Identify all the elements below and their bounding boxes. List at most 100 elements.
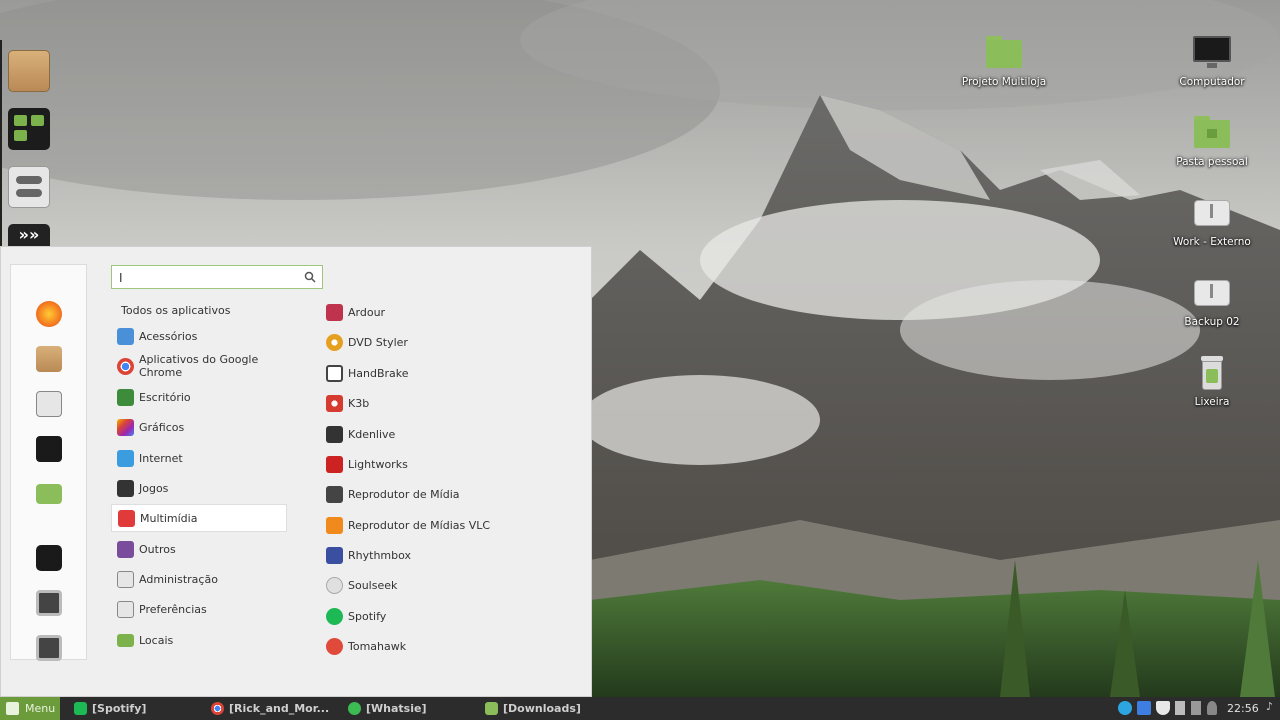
app-soulseek[interactable]: Soulseek	[326, 574, 397, 596]
category-internet[interactable]: Internet	[111, 444, 287, 472]
shield-icon[interactable]	[1156, 701, 1170, 715]
folder-icon[interactable]	[36, 484, 62, 504]
user-icon[interactable]	[1207, 701, 1217, 715]
trash-icon	[1192, 356, 1232, 390]
app-dvd-styler[interactable]: DVD Styler	[326, 331, 408, 353]
desktop-icon-pasta-pessoal[interactable]: Pasta pessoal	[1157, 116, 1267, 168]
computer-icon	[1192, 36, 1232, 70]
home-folder-icon	[1192, 116, 1232, 150]
app-label: K3b	[348, 396, 370, 410]
menu-button[interactable]: Menu	[0, 697, 60, 720]
category-label: Aplicativos do Google Chrome	[139, 353, 259, 379]
category-jogos[interactable]: Jogos	[111, 474, 287, 502]
desktop-icon-label: Backup 02	[1184, 316, 1240, 328]
app-label: Tomahawk	[348, 639, 407, 653]
handbrake-icon	[326, 364, 343, 382]
firefox-icon[interactable]	[36, 301, 62, 327]
search-icon	[304, 271, 316, 283]
settings-icon[interactable]	[36, 391, 62, 417]
shutdown-icon[interactable]	[36, 635, 62, 661]
desktop-icon-lixeira[interactable]: Lixeira	[1157, 356, 1267, 408]
app-label: Reprodutor de Mídias VLC	[348, 518, 491, 532]
folder-icon	[485, 702, 498, 715]
desktop-icon-computador[interactable]: Computador	[1157, 36, 1267, 88]
category-acessorios[interactable]: Acessórios	[111, 322, 287, 350]
app-reprodutor-de-midia[interactable]: Reprodutor de Mídia	[326, 483, 460, 505]
app-label: Reprodutor de Mídia	[348, 487, 460, 501]
left-dock: »»	[0, 40, 55, 246]
app-handbrake[interactable]: HandBrake	[326, 362, 409, 384]
terminal-icon[interactable]	[36, 436, 62, 462]
app-lightworks[interactable]: Lightworks	[326, 453, 408, 475]
app-rhythmbox[interactable]: Rhythmbox	[326, 544, 411, 566]
music-note-icon[interactable]: ♪	[1266, 700, 1274, 714]
logout-icon[interactable]	[36, 590, 62, 616]
places-icon	[117, 633, 134, 647]
telegram-icon[interactable]	[1118, 701, 1132, 715]
desktop-icon-label: Work - Externo	[1173, 236, 1251, 248]
package-icon[interactable]	[36, 346, 62, 372]
dropbox-icon[interactable]	[1137, 701, 1151, 715]
category-escritorio[interactable]: Escritório	[111, 383, 287, 411]
category-locais[interactable]: Locais	[111, 626, 287, 654]
desktop-icon-label: Pasta pessoal	[1176, 156, 1248, 168]
category-label: Gráficos	[139, 420, 185, 434]
app-label: Soulseek	[348, 578, 398, 592]
folder-icon	[984, 36, 1024, 70]
chrome-icon	[117, 357, 134, 375]
settings-toggle-icon[interactable]	[8, 166, 50, 208]
dvdstyler-icon	[326, 333, 343, 351]
category-label: Preferências	[139, 602, 207, 616]
usb-drive-icon	[1192, 196, 1232, 230]
whatsie-icon	[348, 702, 361, 715]
media-player-icon	[326, 485, 343, 503]
desktop-icon-backup-02[interactable]: Backup 02	[1157, 276, 1267, 328]
clock[interactable]: 22:56	[1227, 697, 1259, 720]
package-icon[interactable]	[8, 50, 50, 92]
spotify-icon	[326, 607, 343, 625]
category-preferencias[interactable]: Preferências	[111, 595, 287, 623]
favorites-panel	[10, 264, 87, 661]
task-label: [Spotify]	[92, 702, 147, 715]
kdenlive-icon	[326, 425, 343, 443]
task-label: [Whatsie]	[366, 702, 427, 715]
soulseek-icon	[326, 576, 343, 594]
category-graficos[interactable]: Gráficos	[111, 413, 287, 441]
task-chrome[interactable]: [Rick_and_Mor...	[211, 697, 329, 720]
desktop-icon-work-externo[interactable]: Work - Externo	[1157, 196, 1267, 248]
all-applications-category[interactable]: Todos os aplicativos	[121, 304, 230, 317]
category-outros[interactable]: Outros	[111, 535, 287, 563]
preferences-icon	[117, 600, 134, 618]
mint-logo-icon	[6, 702, 19, 715]
app-label: DVD Styler	[348, 335, 408, 349]
task-whatsie[interactable]: [Whatsie]	[348, 697, 426, 720]
category-google-chrome-apps[interactable]: Aplicativos do Google Chrome	[111, 352, 287, 380]
search-input[interactable]: I	[111, 265, 323, 289]
category-multimidia[interactable]: Multimídia	[111, 504, 287, 532]
app-label: Ardour	[348, 305, 386, 319]
category-administracao[interactable]: Administração	[111, 565, 287, 593]
app-kdenlive[interactable]: Kdenlive	[326, 423, 395, 445]
app-spotify[interactable]: Spotify	[326, 605, 386, 627]
file-manager-icon[interactable]	[8, 108, 50, 150]
chrome-icon	[211, 702, 224, 715]
app-k3b[interactable]: K3b	[326, 392, 369, 414]
media-icon[interactable]: »»	[8, 224, 50, 246]
category-label: Jogos	[139, 481, 169, 495]
task-spotify[interactable]: [Spotify]	[74, 697, 146, 720]
category-label: Outros	[139, 542, 176, 556]
app-label: Lightworks	[348, 457, 408, 471]
clipboard-icon[interactable]	[1175, 701, 1185, 715]
app-vlc[interactable]: Reprodutor de Mídias VLC	[326, 514, 490, 536]
app-ardour[interactable]: Ardour	[326, 301, 385, 323]
lock-icon[interactable]	[36, 545, 62, 571]
task-downloads[interactable]: [Downloads]	[485, 697, 581, 720]
category-label: Multimídia	[140, 511, 198, 525]
app-tomahawk[interactable]: Tomahawk	[326, 635, 406, 657]
menu-button-label: Menu	[25, 702, 56, 715]
network-icon[interactable]	[1191, 701, 1201, 715]
desktop-icon-projeto-multiloja[interactable]: Projeto Multiloja	[949, 36, 1059, 88]
accessories-icon	[117, 327, 134, 345]
office-icon	[117, 388, 134, 406]
taskbar: Menu [Spotify] [Rick_and_Mor... [Whatsie…	[0, 697, 1280, 720]
